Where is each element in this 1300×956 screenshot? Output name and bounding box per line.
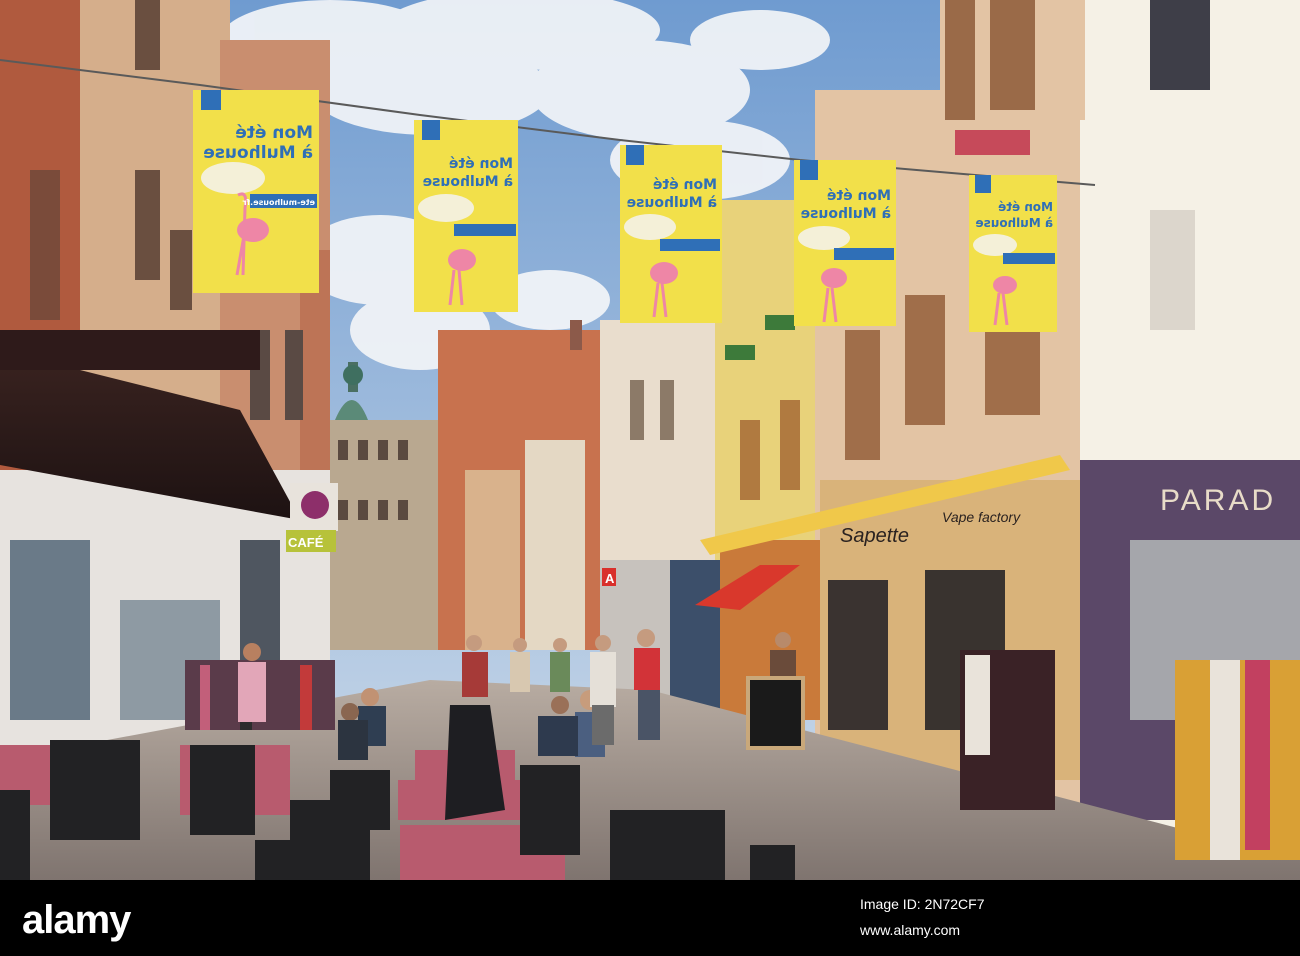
banner-title-1: Mon été — [235, 123, 313, 143]
sandwich-board — [746, 676, 805, 750]
street-photo: Mon été à Mulhouse ete-mulhouse.fr Mon é… — [0, 0, 1300, 880]
banner-title-1: Mon été — [449, 156, 513, 172]
banner-title-1: Mon été — [653, 177, 717, 193]
cafe-label: CAFÉ — [288, 535, 324, 550]
banner-title-1: Mon été — [998, 200, 1053, 214]
watermark-site: www.alamy.com — [860, 922, 961, 938]
sapette-sign: Sapette — [840, 525, 909, 547]
banner-title-2: à Mulhouse — [627, 195, 717, 211]
watermark-bar: alamy Image ID: 2N72CF7 www.alamy.com — [0, 880, 1300, 956]
banner-title-2: à Mulhouse — [801, 206, 891, 222]
pharmacy-letter: A — [605, 571, 615, 586]
awning-valance — [0, 330, 260, 370]
banner-url: ete-mulhouse.fr — [243, 198, 315, 207]
banner-1 — [193, 90, 319, 293]
alamy-logo: alamy — [22, 898, 131, 942]
banner-title-2: à Mulhouse — [203, 143, 313, 163]
vape-sign: Vape factory — [942, 509, 1021, 525]
banner-title-2: à Mulhouse — [423, 174, 513, 190]
banner-2 — [414, 120, 518, 312]
banner-4 — [794, 160, 896, 326]
banner-5 — [969, 175, 1057, 332]
paradis-sign: PARAD — [1160, 484, 1276, 517]
image-id: Image ID: 2N72CF7 — [860, 896, 985, 912]
banner-title-2: à Mulhouse — [976, 216, 1053, 230]
banner-3 — [620, 145, 722, 323]
banner-title-1: Mon été — [827, 188, 891, 204]
